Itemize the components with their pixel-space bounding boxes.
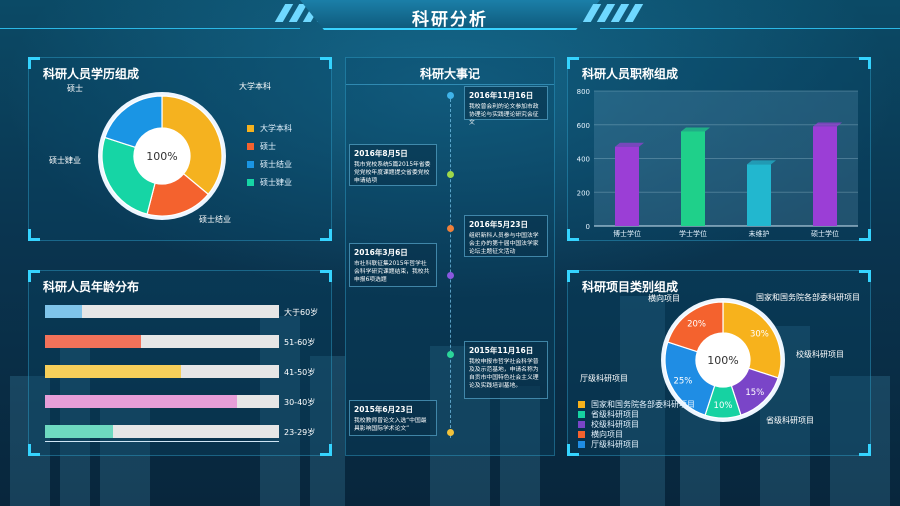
- event-date: 2015年6月23日: [354, 405, 414, 414]
- age-bar-fill: [45, 395, 237, 408]
- age-bar-fill: [45, 365, 181, 378]
- events-title: 科研大事记: [419, 67, 480, 81]
- age-bar-label: 23-29岁: [284, 428, 316, 437]
- projects-pie-slice-label: 15%: [745, 388, 764, 398]
- event-item: 2015年11月16日 我校申报市哲学社会科学普及及示范基地，申请名称为自贡市中…: [464, 341, 548, 399]
- age-bar-label: 51-60岁: [284, 338, 316, 347]
- titles-ytick: 0: [586, 223, 590, 231]
- legend-swatch-icon: [578, 401, 585, 408]
- event-text: 我校曾会利的论文参加市政协理论与实践理论研究会征文: [469, 104, 539, 126]
- titles-bar-top: [813, 122, 842, 127]
- titles-bar: [747, 164, 771, 226]
- education-legend-item: 硕士: [247, 141, 276, 152]
- event-date: 2016年5月23日: [469, 220, 529, 229]
- timeline-dot: [447, 171, 454, 178]
- page-title: 科研分析: [412, 10, 488, 30]
- titles-xtick: 博士学位: [613, 229, 641, 238]
- titles-bar-chart: 800 600 400 200 0 博士学位 学士学位 未维护 硕士学位: [577, 88, 858, 238]
- event-item: 2016年11月16日 我校曾会利的论文参加市政协理论与实践理论研究会征文: [464, 86, 548, 126]
- event-date: 2016年3月6日: [354, 248, 408, 257]
- age-bar-track: [45, 335, 279, 348]
- event-item: 2016年8月5日 我市党校系统5篇2015年省委党党校年度课题提交省委党校申请…: [349, 144, 437, 186]
- education-callout-completion: 硕士结业: [199, 215, 231, 224]
- age-bar-label: 41-50岁: [284, 368, 316, 377]
- projects-pie-slice-label: 10%: [714, 401, 733, 411]
- event-text: 我校教师曾论文入选“中国最具影响国际学术论文”: [354, 418, 427, 432]
- event-item: 2015年6月23日 我校教师曾论文入选“中国最具影响国际学术论文”: [349, 400, 437, 436]
- education-panel: 科研人员学历组成 100% 硕士 大学本科 硕士肄业 硕士结业 大学本科 硕士 …: [28, 57, 332, 241]
- titles-bar-top: [615, 142, 644, 147]
- titles-ytick: 800: [577, 88, 590, 96]
- projects-pie-slice-label: 20%: [687, 320, 706, 330]
- projects-callout-horizontal: 横向项目: [648, 294, 680, 303]
- education-callout-master: 硕士: [67, 84, 83, 93]
- timeline-dot: [447, 351, 454, 358]
- age-title: 科研人员年龄分布: [43, 280, 140, 294]
- timeline-axis: [450, 94, 451, 438]
- event-text: 组织新科人员参与中国法学会主办的第十届中国法学家论坛主题征文活动: [469, 233, 539, 255]
- age-bar-track: [45, 395, 279, 408]
- age-bar-label: 30-40岁: [284, 398, 316, 407]
- titles-ytick: 400: [577, 156, 590, 164]
- event-text: 我市党校系统5篇2015年省委党党校年度课题提交省委党校申请结项: [354, 162, 431, 184]
- event-item: 2016年5月23日 组织新科人员参与中国法学会主办的第十届中国法学家论坛主题征…: [464, 215, 548, 257]
- titles-bar-top: [747, 160, 776, 165]
- legend-swatch-icon: [578, 421, 585, 428]
- legend-swatch-icon: [578, 441, 585, 448]
- titles-ytick: 600: [577, 122, 590, 130]
- age-bar-track: [45, 305, 279, 318]
- legend-swatch-icon: [247, 161, 254, 168]
- titles-xtick: 硕士学位: [811, 229, 839, 238]
- titles-bar: [813, 126, 837, 226]
- age-axis: [45, 441, 279, 442]
- event-date: 2016年8月5日: [354, 149, 408, 158]
- events-title-divider: [346, 84, 554, 85]
- age-panel: 科研人员年龄分布 大于60岁 51-60岁 41-50岁 30-40岁 23-29岁: [28, 270, 332, 456]
- titles-bar: [681, 131, 705, 226]
- timeline-dot: [447, 429, 454, 436]
- event-item: 2016年3月6日 市社科联征集2015年哲学社会科学研究课题结束，我校共申报6…: [349, 243, 437, 287]
- titles-xtick: 未维护: [749, 229, 770, 238]
- titles-ytick: 200: [577, 189, 590, 197]
- titles-xtick: 学士学位: [679, 229, 707, 238]
- education-callout-bachelor: 大学本科: [239, 82, 271, 91]
- projects-callout-school: 校级科研项目: [796, 350, 844, 359]
- timeline-dot: [447, 92, 454, 99]
- projects-pie-slice-label: 30%: [750, 330, 769, 340]
- titles-bar-top: [681, 127, 710, 132]
- event-date: 2016年11月16日: [469, 91, 534, 100]
- education-callout-dropout: 硕士肄业: [49, 156, 81, 165]
- legend-swatch-icon: [578, 431, 585, 438]
- education-legend-item: 硕士肄业: [247, 177, 292, 188]
- projects-legend-item: 厅级科研项目: [578, 439, 639, 450]
- timeline-dot: [447, 272, 454, 279]
- event-text: 市社科联征集2015年哲学社会科学研究课题结束，我校共申报6项选题: [354, 261, 430, 283]
- age-bar-fill: [45, 305, 83, 318]
- projects-pie-slice-label: 25%: [673, 376, 692, 386]
- event-text: 我校申报市哲学社会科学普及及示范基地，申请名称为自贡市中国特色社会主义理论及实践…: [469, 359, 539, 389]
- event-date: 2015年11月16日: [469, 346, 534, 355]
- age-bar-track: [45, 425, 279, 438]
- legend-swatch-icon: [247, 125, 254, 132]
- projects-callout-provincial: 省级科研项目: [766, 416, 814, 425]
- legend-swatch-icon: [247, 143, 254, 150]
- header: 科研分析: [0, 0, 900, 36]
- legend-swatch-icon: [578, 411, 585, 418]
- projects-callout-national: 国家和国务院各部委科研项目: [756, 293, 860, 302]
- timeline-dot: [447, 225, 454, 232]
- age-bar-fill: [45, 335, 141, 348]
- events-panel: 科研大事记 2016年11月16日 我校曾会利的论文参加市政协理论与实践理论研究…: [345, 57, 555, 456]
- age-bar-track: [45, 365, 279, 378]
- titles-panel: 科研人员职称组成 800 600 400 200 0 博士学位 学士学位 未维护 硕士学位: [567, 57, 871, 241]
- age-bar-label: 大于60岁: [284, 308, 319, 317]
- age-bar-fill: [45, 425, 113, 438]
- projects-panel: 科研项目类别组成 30% 15% 10% 25% 20% 100% 横向项目 国家和国务…: [567, 270, 871, 456]
- titles-bar: [615, 146, 639, 226]
- projects-callout-department: 厅级科研项目: [580, 374, 628, 383]
- legend-swatch-icon: [247, 179, 254, 186]
- education-legend-item: 大学本科: [247, 123, 292, 134]
- education-center-text: 100%: [146, 150, 177, 163]
- projects-center-text: 100%: [707, 354, 738, 367]
- education-legend-item: 硕士结业: [247, 159, 292, 170]
